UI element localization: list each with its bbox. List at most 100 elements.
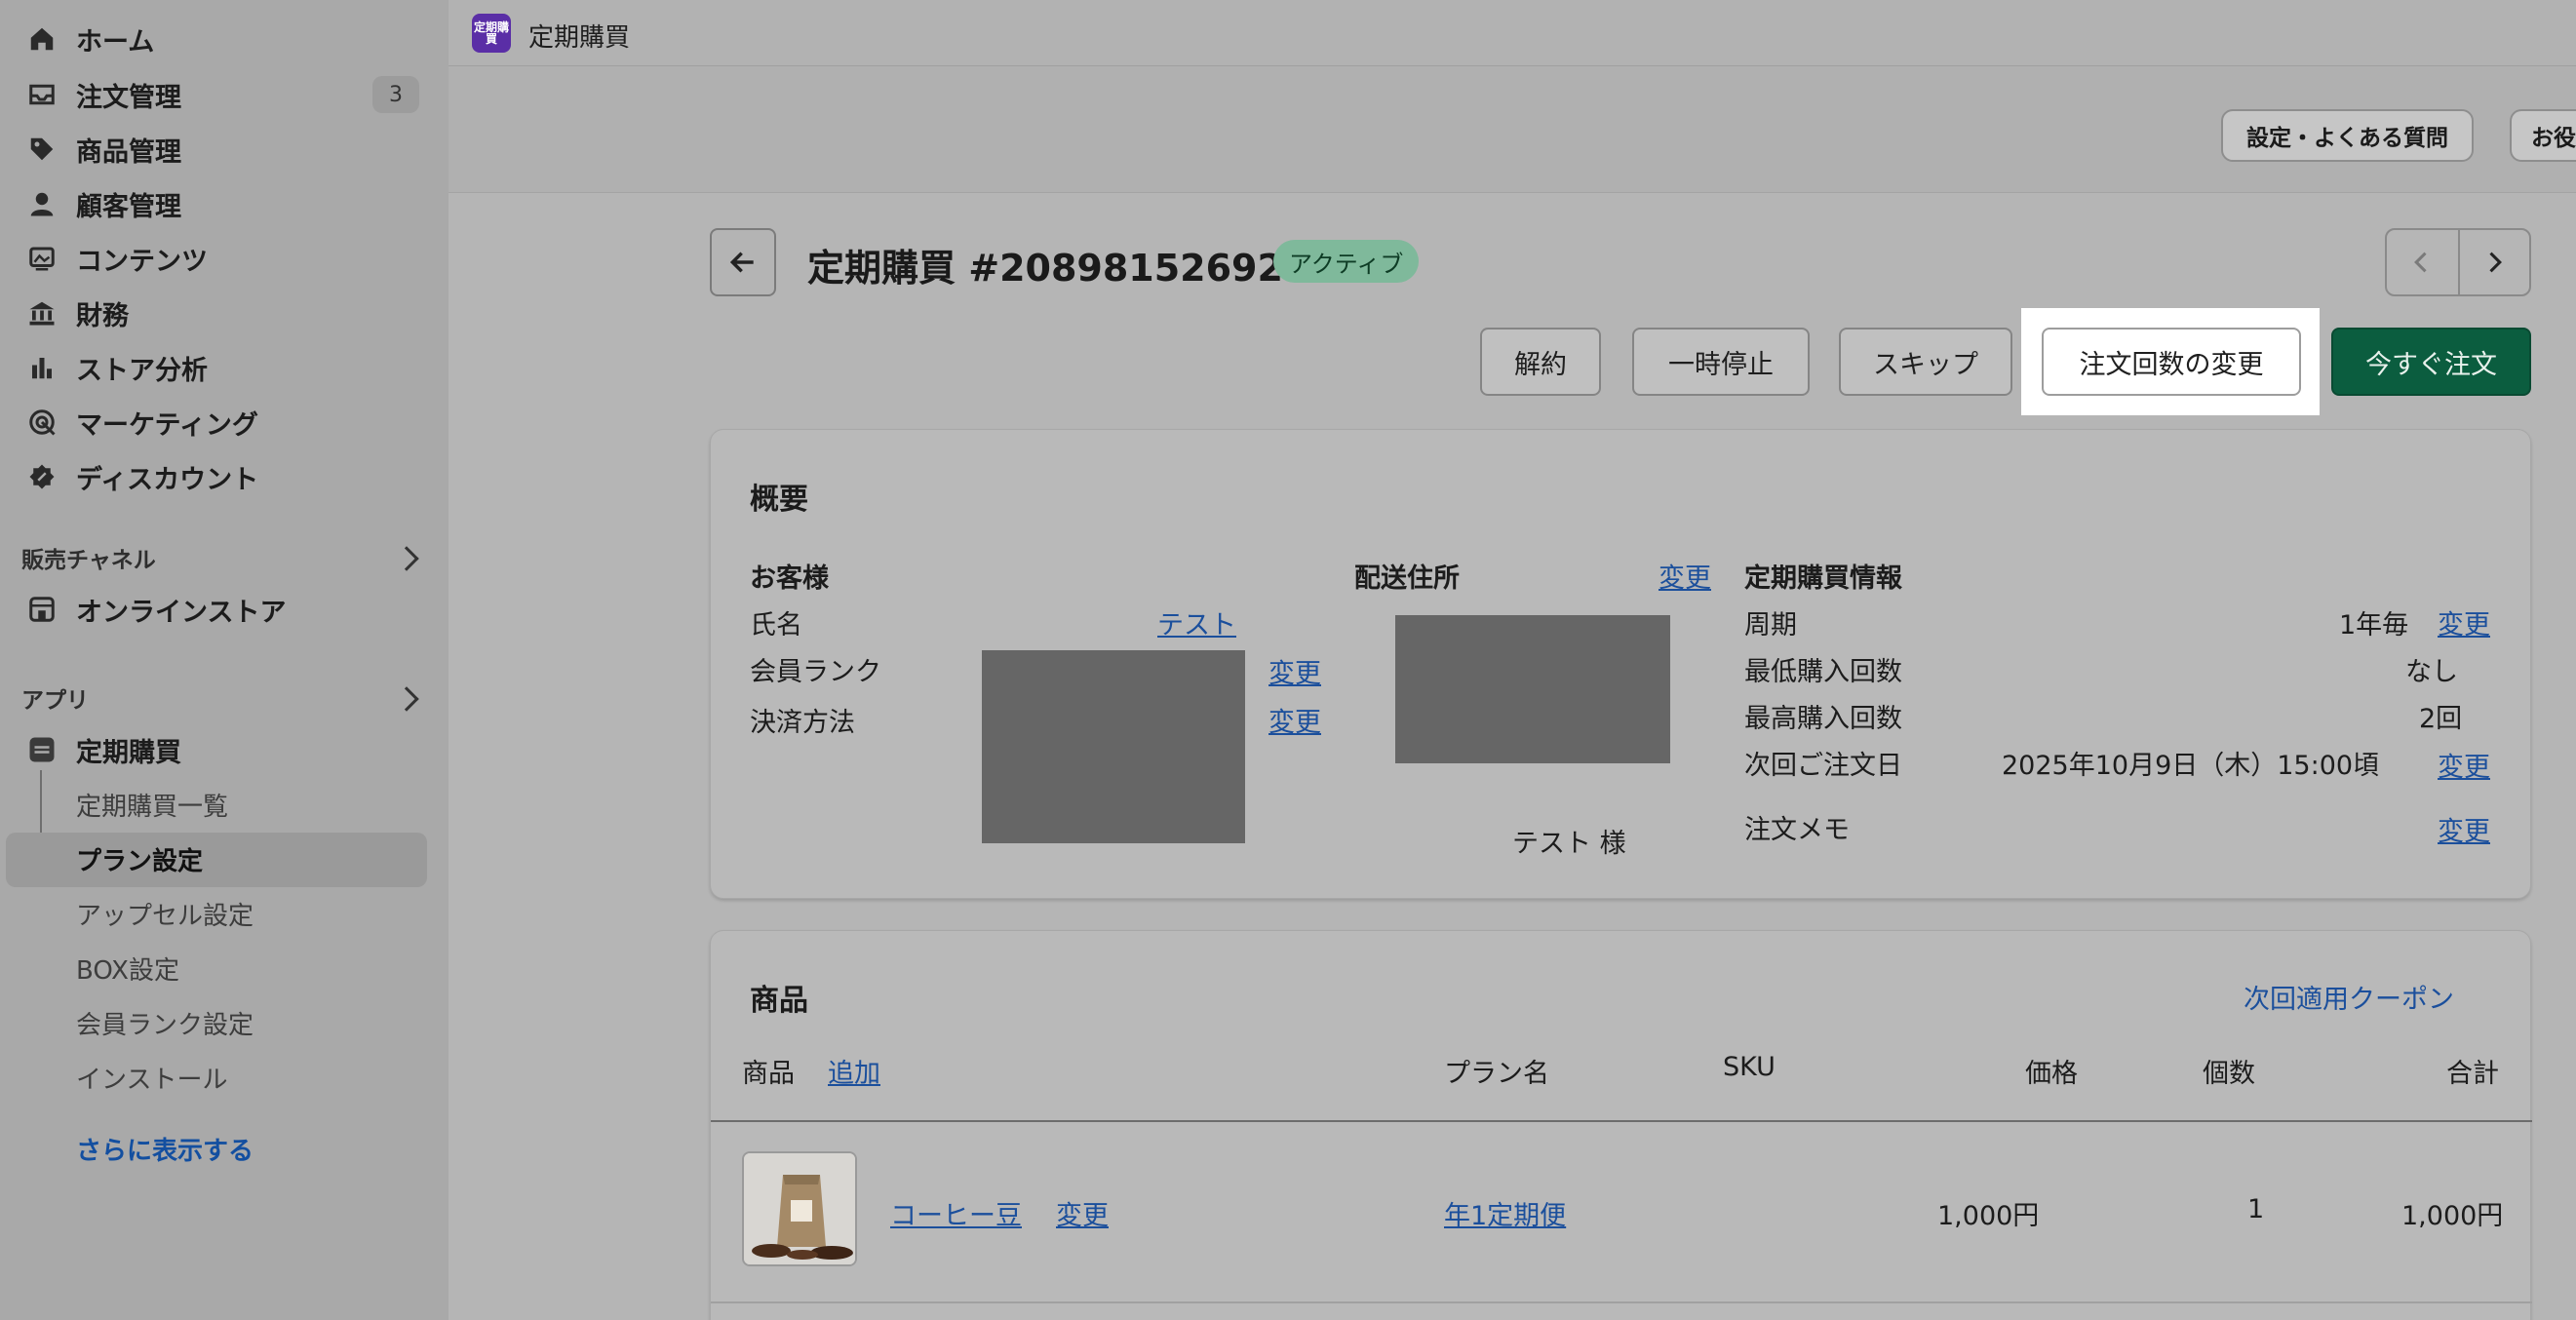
member-rank-change-link[interactable]: 変更: [1268, 652, 1321, 690]
payment-change-link[interactable]: 変更: [1268, 701, 1321, 739]
next-coupon-link[interactable]: 次回適用クーポン: [2244, 978, 2454, 1016]
shipping-recipient: テスト 様: [1512, 829, 1626, 859]
tag-icon: [25, 133, 59, 166]
inbox-icon: [25, 78, 59, 111]
sidebar-item-analytics[interactable]: ストア分析: [0, 342, 429, 393]
page-header: 設定・よくある質問 お役: [449, 66, 2576, 193]
sidebar-item-label: オンラインストア: [76, 597, 287, 628]
product-name-link[interactable]: コーヒー豆: [890, 1194, 1022, 1232]
app-title: 定期購買: [528, 23, 631, 53]
next-order-date: 2025年10月9日（木）15:00頃: [2002, 751, 2380, 781]
cycle-change-link[interactable]: 変更: [2438, 603, 2490, 641]
order-memo-label: 注文メモ: [1744, 815, 1850, 845]
product-change-link[interactable]: 変更: [1056, 1194, 1109, 1232]
sub-item-subscription-list[interactable]: 定期購買一覧: [76, 787, 228, 823]
column-price: 価格: [2025, 1059, 2078, 1089]
sidebar-item-discounts[interactable]: ディスカウント: [0, 451, 429, 502]
pause-button[interactable]: 一時停止: [1632, 328, 1810, 396]
pager: [2385, 228, 2531, 296]
next-button[interactable]: [2457, 230, 2529, 294]
sidebar-item-online-store[interactable]: オンラインストア: [0, 584, 429, 635]
member-rank-label: 会員ランク: [750, 657, 881, 687]
sub-item-plan-settings[interactable]: プラン設定: [76, 841, 203, 877]
sidebar-item-label: 定期購買: [76, 737, 181, 768]
sidebar-item-customers[interactable]: 顧客管理: [0, 178, 429, 229]
back-button[interactable]: [710, 228, 776, 296]
max-purchase-label: 最高購入回数: [1744, 704, 1902, 734]
products-card: 商品 次回適用クーポン 商品 追加 プラン名 SKU 価格 個数 合計 コーヒー…: [710, 930, 2532, 1320]
sidebar-item-label: 注文管理: [76, 82, 181, 113]
sidebar-item-app[interactable]: 定期購買: [0, 724, 429, 775]
sales-channels-heading: 販売チャネル: [21, 548, 156, 573]
sidebar-item-label: コンテンツ: [76, 246, 208, 277]
app-topbar: 定期購買 定期購買: [449, 0, 2576, 66]
apps-heading: アプリ: [21, 688, 89, 714]
memo-change-link[interactable]: 変更: [2438, 810, 2490, 848]
cycle-value: 1年毎: [2339, 610, 2409, 641]
sidebar: ホーム 注文管理 3 商品管理 顧客管理 コンテンツ 財務 ストア分析 マーケテ…: [0, 0, 449, 1320]
product-total: 1,000円: [2401, 1201, 2504, 1231]
next-order-label: 次回ご注文日: [1744, 751, 1902, 781]
customer-heading: お客様: [750, 563, 829, 594]
max-purchase-value: 2回: [2419, 704, 2463, 734]
column-total: 合計: [2446, 1059, 2499, 1089]
column-quantity: 個数: [2203, 1059, 2255, 1089]
show-more-link[interactable]: さらに表示する: [76, 1131, 254, 1167]
chevron-left-icon: [2414, 252, 2428, 273]
change-order-count-button[interactable]: 注文回数の変更: [2042, 328, 2301, 396]
sub-item-box-settings[interactable]: BOX設定: [76, 951, 179, 987]
overview-title: 概要: [750, 483, 808, 517]
orders-count-badge: 3: [372, 76, 419, 113]
sidebar-item-products[interactable]: 商品管理: [0, 124, 429, 175]
column-plan-name: プラン名: [1444, 1059, 1549, 1089]
sub-item-install[interactable]: インストール: [76, 1060, 227, 1096]
bank-icon: [25, 296, 59, 330]
cancel-subscription-button[interactable]: 解約: [1480, 328, 1601, 396]
previous-button[interactable]: [2387, 230, 2458, 294]
order-now-button[interactable]: 今すぐ注文: [2331, 328, 2531, 396]
app-logo: 定期購買: [472, 14, 511, 53]
plan-name-link[interactable]: 年1定期便: [1444, 1194, 1566, 1232]
sidebar-item-home[interactable]: ホーム: [0, 14, 429, 64]
min-purchase-label: 最低購入回数: [1744, 657, 1902, 687]
next-order-change-link[interactable]: 変更: [2438, 746, 2490, 784]
name-label: 氏名: [750, 610, 802, 641]
row-divider: [711, 1301, 2532, 1303]
products-title: 商品: [750, 984, 808, 1018]
overview-card: 概要 お客様 氏名 テスト 会員ランク 変更 決済方法 変更 配送住所 変更 テ…: [710, 429, 2531, 899]
page-title: 定期購買 #20898152692: [807, 247, 1283, 290]
skip-button[interactable]: スキップ: [1839, 328, 2012, 396]
sidebar-item-label: ホーム: [76, 26, 155, 58]
payment-method-label: 決済方法: [750, 708, 855, 738]
person-icon: [25, 187, 59, 220]
sidebar-item-marketing[interactable]: マーケティング: [0, 397, 429, 447]
helpful-button[interactable]: お役: [2510, 109, 2576, 162]
sidebar-item-label: 商品管理: [76, 136, 181, 168]
sidebar-item-content[interactable]: コンテンツ: [0, 233, 429, 284]
add-product-link[interactable]: 追加: [828, 1052, 880, 1090]
chevron-right-icon[interactable]: [394, 686, 419, 712]
settings-faq-button[interactable]: 設定・よくある質問: [2221, 109, 2474, 162]
customer-name-link[interactable]: テスト: [1157, 603, 1236, 641]
chevron-right-icon: [2489, 252, 2503, 273]
sidebar-item-finance[interactable]: 財務: [0, 288, 429, 338]
chart-bar-icon: [25, 351, 59, 384]
shipping-heading: 配送住所: [1354, 563, 1460, 594]
chevron-right-icon[interactable]: [394, 546, 419, 571]
table-header-divider: [711, 1120, 2532, 1122]
sidebar-item-label: ディスカウント: [76, 464, 259, 495]
sidebar-item-label: マーケティング: [76, 409, 258, 441]
column-product: 商品: [742, 1059, 795, 1089]
subscription-info-heading: 定期購買情報: [1744, 563, 1902, 594]
shipping-change-link[interactable]: 変更: [1659, 557, 1711, 595]
sidebar-item-label: 財務: [76, 300, 129, 331]
column-sku: SKU: [1723, 1052, 1776, 1082]
cycle-label: 周期: [1744, 610, 1797, 641]
sub-item-upsell-settings[interactable]: アップセル設定: [76, 896, 254, 932]
sidebar-item-label: 顧客管理: [76, 191, 181, 222]
redacted-customer-info: [982, 650, 1245, 843]
min-purchase-value: なし: [2405, 657, 2458, 687]
sidebar-item-orders[interactable]: 注文管理 3: [0, 69, 429, 120]
sub-item-member-rank-settings[interactable]: 会員ランク設定: [76, 1005, 254, 1041]
sidebar-item-label: ストア分析: [76, 355, 208, 386]
